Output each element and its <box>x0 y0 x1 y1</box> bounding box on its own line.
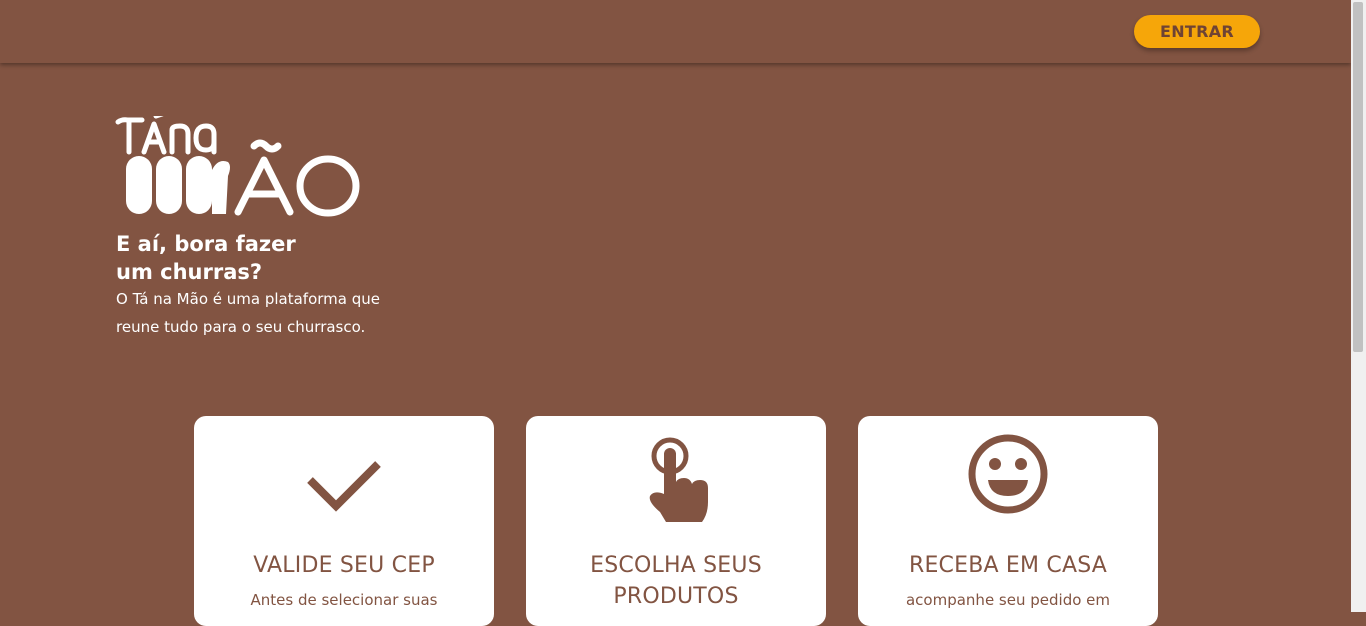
step-description: acompanhe seu pedido em <box>905 591 1111 609</box>
login-button[interactable]: ENTRAR <box>1134 15 1260 48</box>
hero-description-line-1: O Tá na Mão é uma plataforma que <box>116 290 380 308</box>
step-title-line-1: VALIDE SEU CEP <box>253 553 435 578</box>
pointing-hand-icon <box>649 437 708 522</box>
step-title-line-1: ESCOLHA SEUS <box>590 553 762 578</box>
step-title-line-1: RECEBA EM CASA <box>908 553 1108 578</box>
hero-heading: E aí, bora fazer um churras? <box>116 230 296 286</box>
tanamao-logo <box>115 111 360 217</box>
hero-heading-line-1: E aí, bora fazer <box>116 232 296 256</box>
page-scrollbar-thumb[interactable] <box>1353 2 1363 352</box>
brand-logo <box>114 111 364 218</box>
step-description: Antes de selecionar suas <box>250 591 438 609</box>
hero-description-line-2: reune tudo para o seu churrasco. <box>116 318 366 336</box>
step-card-choose-products: ESCOLHA SEUS PRODUTOS <box>526 416 826 626</box>
step-title: RECEBA EM CASA <box>858 550 1158 581</box>
step-title-line-2: PRODUTOS <box>613 584 739 609</box>
top-navbar: ENTRAR <box>0 0 1351 63</box>
hero-description: O Tá na Mão é uma plataforma que reune t… <box>116 285 416 341</box>
step-title: VALIDE SEU CEP <box>194 550 494 581</box>
hero-heading-line-2: um churras? <box>116 260 263 284</box>
step-title: ESCOLHA SEUS PRODUTOS <box>526 550 826 612</box>
checkmark-icon <box>307 461 381 512</box>
step-card-receive-home: RECEBA EM CASA acompanhe seu pedido em <box>858 416 1158 626</box>
smiley-face-icon <box>968 434 1048 514</box>
step-card-validate-cep: VALIDE SEU CEP Antes de selecionar suas <box>194 416 494 626</box>
